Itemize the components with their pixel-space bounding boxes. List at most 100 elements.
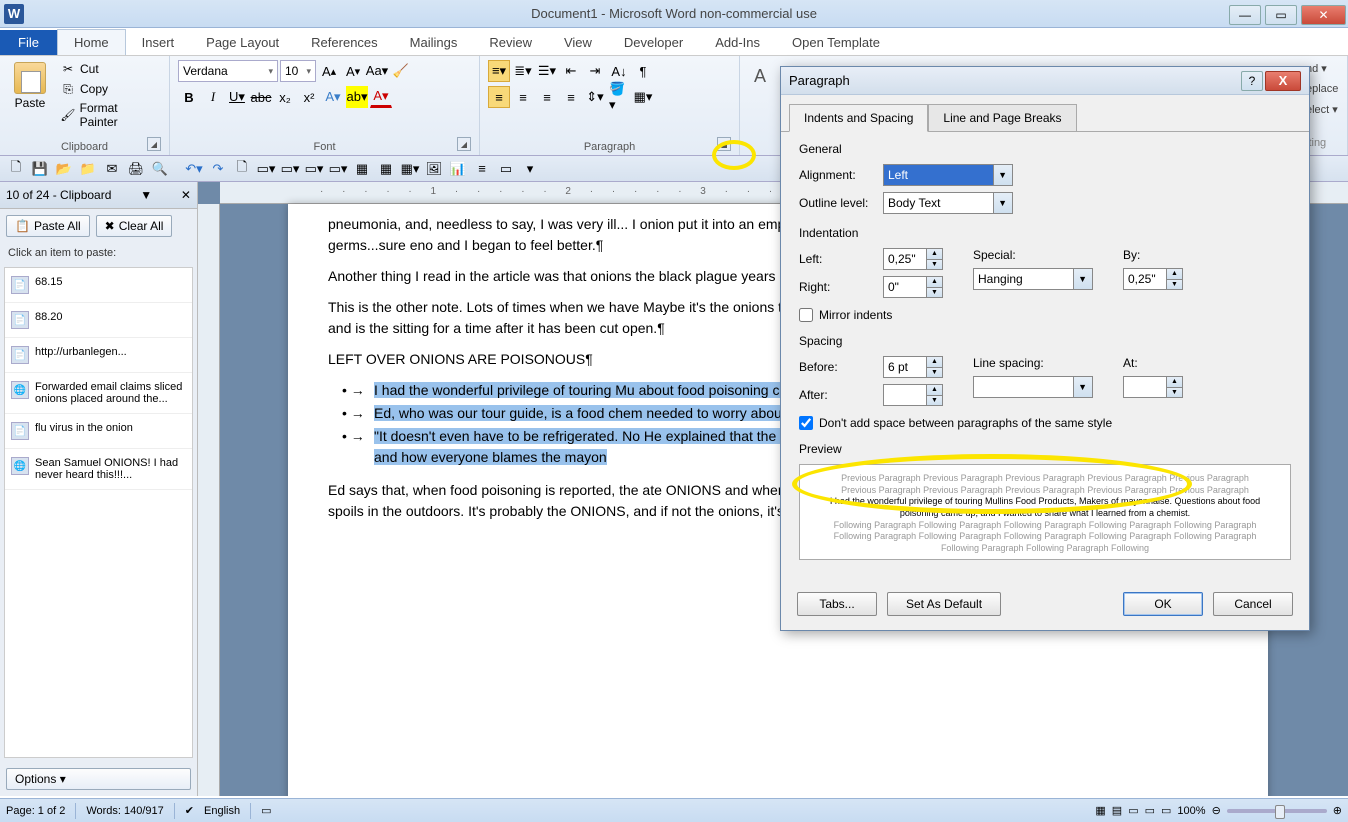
clear-all-button[interactable]: ✖Clear All [96, 215, 173, 237]
qat-grid-icon[interactable]: ▦ [376, 159, 396, 179]
qat-undo-icon[interactable]: ↶▾ [184, 159, 204, 179]
font-color-button[interactable]: A▾ [370, 86, 392, 108]
qat-b6-icon[interactable]: 📊 [448, 159, 468, 179]
qat-redo-icon[interactable]: ↷ [208, 159, 228, 179]
view-read-icon[interactable]: ▤ [1112, 804, 1122, 817]
clip-item[interactable]: 🌐Forwarded email claims sliced onions pl… [5, 373, 192, 414]
clear-formatting-button[interactable]: 🧹 [390, 60, 412, 82]
replace-button[interactable]: eplace [1306, 83, 1338, 95]
qat-b4-icon[interactable]: ▭▾ [328, 159, 348, 179]
tab-insert[interactable]: Insert [126, 30, 191, 55]
text-effects-button[interactable]: A▾ [322, 86, 344, 108]
font-launcher[interactable]: ◢ [457, 137, 471, 151]
qat-preview-icon[interactable]: 🔍 [150, 159, 170, 179]
zoom-slider[interactable] [1227, 809, 1327, 813]
insert-mode-icon[interactable]: ▭ [261, 804, 271, 817]
justify-button[interactable]: ≡ [560, 86, 582, 108]
tab-mailings[interactable]: Mailings [394, 30, 474, 55]
at-spinner[interactable]: ▲▼ [1123, 376, 1183, 398]
outline-combo[interactable]: Body Text▼ [883, 192, 1013, 214]
bullets-button[interactable]: ≡▾ [488, 60, 510, 82]
tab-developer[interactable]: Developer [608, 30, 699, 55]
alignment-combo[interactable]: Left▼ [883, 164, 1013, 186]
qat-open-icon[interactable]: 📂 [54, 159, 74, 179]
show-marks-button[interactable]: ¶ [632, 60, 654, 82]
qat-print-icon[interactable]: 🖨 [126, 159, 146, 179]
maximize-button[interactable]: ▭ [1265, 5, 1297, 25]
sort-button[interactable]: A↓ [608, 60, 630, 82]
special-combo[interactable]: Hanging▼ [973, 268, 1093, 290]
spellcheck-icon[interactable]: ✔ [185, 804, 194, 817]
paragraph-launcher[interactable]: ◢ [717, 137, 731, 151]
qat-close-icon[interactable]: 📁 [78, 159, 98, 179]
tab-addins[interactable]: Add-Ins [699, 30, 776, 55]
qat-b7-icon[interactable]: ▭ [496, 159, 516, 179]
strikethrough-button[interactable]: abc [250, 86, 272, 108]
qat-page-icon[interactable]: 🗋 [232, 159, 252, 179]
clip-item[interactable]: 📄flu virus in the onion [5, 414, 192, 449]
copy-button[interactable]: ⎘Copy [56, 80, 161, 98]
decrease-indent-button[interactable]: ⇤ [560, 60, 582, 82]
cancel-button[interactable]: Cancel [1213, 592, 1293, 616]
view-print-icon[interactable]: ▦ [1095, 804, 1105, 817]
bold-button[interactable]: B [178, 86, 200, 108]
tab-open-template[interactable]: Open Template [776, 30, 896, 55]
tab-view[interactable]: View [548, 30, 608, 55]
clipboard-launcher[interactable]: ◢ [147, 137, 161, 151]
after-spinner[interactable]: ▲▼ [883, 384, 943, 406]
qat-pic-icon[interactable]: 🖼 [424, 159, 444, 179]
ok-button[interactable]: OK [1123, 592, 1203, 616]
qat-mail-icon[interactable]: ✉ [102, 159, 122, 179]
underline-button[interactable]: U▾ [226, 86, 248, 108]
line-spacing-combo[interactable]: ▼ [973, 376, 1093, 398]
shrink-font-button[interactable]: A▾ [342, 60, 364, 82]
zoom-in-button[interactable]: ⊕ [1333, 804, 1342, 817]
numbering-button[interactable]: ≣▾ [512, 60, 534, 82]
qat-b5-icon[interactable]: ▦▾ [400, 159, 420, 179]
align-center-button[interactable]: ≡ [512, 86, 534, 108]
qat-b2-icon[interactable]: ▭▾ [280, 159, 300, 179]
minimize-button[interactable]: — [1229, 5, 1261, 25]
paste-button[interactable]: Paste [8, 60, 52, 139]
qat-b3-icon[interactable]: ▭▾ [304, 159, 324, 179]
paste-all-button[interactable]: 📋Paste All [6, 215, 90, 237]
shading-button[interactable]: 🪣▾ [608, 86, 630, 108]
before-spinner[interactable]: 6 pt▲▼ [883, 356, 943, 378]
borders-button[interactable]: ▦▾ [632, 86, 654, 108]
superscript-button[interactable]: x² [298, 86, 320, 108]
indent-left-spinner[interactable]: 0,25"▲▼ [883, 248, 943, 270]
clipboard-pane-close[interactable]: ✕ [181, 188, 191, 202]
grow-font-button[interactable]: A▴ [318, 60, 340, 82]
cut-button[interactable]: ✂Cut [56, 60, 161, 78]
status-words[interactable]: Words: 140/917 [86, 805, 163, 817]
clip-item[interactable]: 📄http://urbanlegen... [5, 338, 192, 373]
qat-new-icon[interactable]: 🗋 [6, 159, 26, 179]
clipboard-options-button[interactable]: Options ▾ [6, 768, 191, 790]
status-page[interactable]: Page: 1 of 2 [6, 805, 65, 817]
align-left-button[interactable]: ≡ [488, 86, 510, 108]
view-draft-icon[interactable]: ▭ [1161, 804, 1171, 817]
file-tab[interactable]: File [0, 30, 57, 55]
qat-b1-icon[interactable]: ▭▾ [256, 159, 276, 179]
highlight-button[interactable]: ab▾ [346, 86, 368, 108]
set-default-button[interactable]: Set As Default [887, 592, 1001, 616]
line-spacing-button[interactable]: ⇕▾ [584, 86, 606, 108]
qat-table-icon[interactable]: ▦ [352, 159, 372, 179]
subscript-button[interactable]: x₂ [274, 86, 296, 108]
font-size-combo[interactable]: 10 [280, 60, 316, 82]
tab-references[interactable]: References [295, 30, 393, 55]
qat-save-icon[interactable]: 💾 [30, 159, 50, 179]
increase-indent-button[interactable]: ⇥ [584, 60, 606, 82]
tab-indents-spacing[interactable]: Indents and Spacing [789, 104, 928, 132]
clip-item[interactable]: 🌐Sean Samuel ONIONS! I had never heard t… [5, 449, 192, 490]
dialog-close-button[interactable]: X [1265, 71, 1301, 91]
qat-more-icon[interactable]: ▾ [520, 159, 540, 179]
zoom-level[interactable]: 100% [1177, 805, 1205, 817]
zoom-out-button[interactable]: ⊖ [1212, 804, 1221, 817]
select-button[interactable]: elect ▾ [1306, 103, 1338, 116]
dont-add-space-checkbox[interactable] [799, 416, 813, 430]
italic-button[interactable]: I [202, 86, 224, 108]
tab-page-layout[interactable]: Page Layout [190, 30, 295, 55]
tab-home[interactable]: Home [57, 29, 126, 55]
mirror-indents-checkbox[interactable] [799, 308, 813, 322]
